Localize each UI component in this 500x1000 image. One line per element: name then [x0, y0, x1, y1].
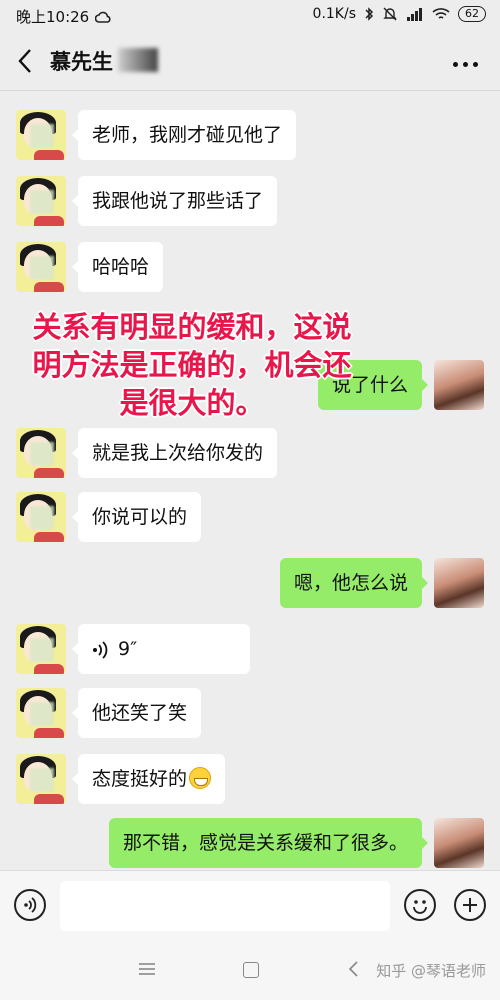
voice-wave-icon: [24, 897, 37, 913]
message-text: 态度挺好的: [92, 768, 188, 790]
status-bar: 晚上10:26 0.1K/s 62: [0, 0, 500, 32]
signal-icon: [407, 8, 422, 21]
contact-name: 慕先生: [50, 50, 113, 74]
contact-avatar[interactable]: [16, 242, 66, 292]
back-arrow-icon[interactable]: [14, 46, 38, 76]
message-list[interactable]: 老师，我刚才碰见他了 我跟他说了那些话了 哈哈哈 说了什么 就是我上次给你发的 …: [0, 90, 500, 870]
contact-avatar[interactable]: [16, 176, 66, 226]
self-avatar[interactable]: [434, 360, 484, 410]
battery-level: 62: [458, 6, 486, 22]
system-nav-bar: 知乎 @琴语老师: [0, 942, 500, 1000]
sent-message-bubble[interactable]: 嗯，他怎么说: [279, 558, 429, 608]
voice-message-bubble[interactable]: 9″: [72, 624, 250, 674]
more-options-icon[interactable]: [453, 62, 478, 67]
wifi-icon: [432, 8, 450, 19]
self-avatar[interactable]: [434, 558, 484, 608]
received-message-bubble[interactable]: 他还笑了笑: [71, 688, 202, 738]
message-input[interactable]: [60, 881, 390, 931]
network-speed: 0.1K/s: [312, 6, 356, 22]
grinning-face-icon: [189, 767, 212, 789]
received-message-bubble[interactable]: 态度挺好的: [71, 754, 226, 804]
sent-message-bubble[interactable]: 那不错，感觉是关系缓和了很多。: [108, 818, 429, 868]
contact-avatar[interactable]: [16, 688, 66, 738]
voice-duration: 9″: [118, 638, 138, 660]
contact-avatar[interactable]: [16, 754, 66, 804]
annotation-line-2: 明方法是正确的，机会还: [32, 348, 352, 382]
recent-apps-icon[interactable]: [138, 962, 156, 976]
contact-avatar[interactable]: [16, 624, 66, 674]
received-message-bubble[interactable]: 老师，我刚才碰见他了: [71, 110, 297, 160]
self-avatar[interactable]: [434, 818, 484, 868]
received-message-bubble[interactable]: 我跟他说了那些话了: [71, 176, 278, 226]
name-redaction: [118, 48, 158, 72]
received-message-bubble[interactable]: 就是我上次给你发的: [71, 428, 278, 478]
watermark: 知乎 @琴语老师: [376, 962, 486, 980]
received-message-bubble[interactable]: 你说可以的: [71, 492, 202, 542]
contact-avatar[interactable]: [16, 110, 66, 160]
voice-input-button[interactable]: [14, 889, 46, 921]
plus-icon: [463, 898, 477, 912]
more-functions-button[interactable]: [454, 889, 486, 921]
chat-header: 慕先生: [0, 32, 500, 91]
status-time: 晚上10:26: [16, 8, 90, 26]
smiley-icon: [413, 900, 427, 914]
cloud-icon: [95, 11, 111, 23]
annotation-line-3: 是很大的。: [119, 386, 265, 420]
home-icon[interactable]: [243, 962, 259, 978]
input-bar: [0, 870, 500, 943]
annotation-overlay: 关系有明显的缓和，这说 明方法是正确的，机会还 是很大的。: [22, 308, 362, 422]
bluetooth-icon: [365, 7, 374, 21]
emoji-button[interactable]: [404, 889, 436, 921]
contact-avatar[interactable]: [16, 428, 66, 478]
annotation-line-1: 关系有明显的缓和，这说: [32, 310, 352, 344]
received-message-bubble[interactable]: 哈哈哈: [71, 242, 164, 292]
voice-wave-icon: [93, 640, 108, 659]
mute-bell-icon: [383, 7, 397, 21]
contact-avatar[interactable]: [16, 492, 66, 542]
nav-back-icon[interactable]: [345, 960, 363, 978]
